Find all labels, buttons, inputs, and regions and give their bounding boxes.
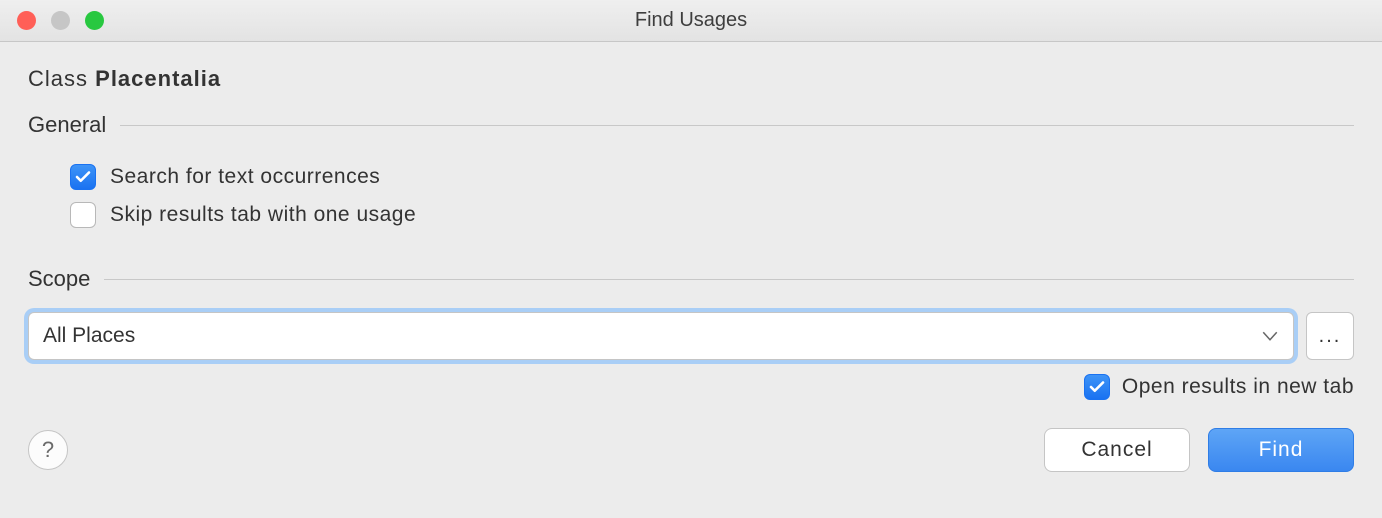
subject-line: Class Placentalia	[28, 58, 1354, 112]
cancel-button[interactable]: Cancel	[1044, 428, 1190, 472]
general-group-header: General	[28, 112, 1354, 138]
checkbox-checked-icon[interactable]	[1084, 374, 1110, 400]
divider	[120, 125, 1354, 126]
option-label: Skip results tab with one usage	[110, 203, 416, 227]
chevron-down-icon	[1261, 330, 1279, 342]
divider	[104, 279, 1354, 280]
close-window-button[interactable]	[17, 11, 36, 30]
option-label: Open results in new tab	[1122, 375, 1354, 399]
scope-group-header: Scope	[28, 266, 1354, 292]
scope-group-label: Scope	[28, 266, 104, 292]
option-skip-results-tab[interactable]: Skip results tab with one usage	[70, 196, 1354, 234]
subject-name: Placentalia	[95, 66, 221, 91]
general-group-label: General	[28, 112, 120, 138]
dialog-content: Class Placentalia General Search for tex…	[0, 42, 1382, 490]
traffic-lights	[17, 11, 104, 30]
option-search-text-occurrences[interactable]: Search for text occurrences	[70, 158, 1354, 196]
option-label: Search for text occurrences	[110, 165, 380, 189]
titlebar: Find Usages	[0, 0, 1382, 42]
checkbox-unchecked-icon[interactable]	[70, 202, 96, 228]
checkbox-checked-icon[interactable]	[70, 164, 96, 190]
window-title: Find Usages	[0, 9, 1382, 32]
scope-select[interactable]: All Places	[28, 312, 1294, 360]
subject-prefix: Class	[28, 66, 88, 91]
button-bar: ? Cancel Find	[28, 428, 1354, 472]
help-button[interactable]: ?	[28, 430, 68, 470]
minimize-window-button[interactable]	[51, 11, 70, 30]
maximize-window-button[interactable]	[85, 11, 104, 30]
find-button[interactable]: Find	[1208, 428, 1354, 472]
open-results-new-tab-option[interactable]: Open results in new tab	[28, 374, 1354, 400]
scope-selected-value: All Places	[43, 324, 135, 348]
scope-more-button[interactable]: ...	[1306, 312, 1354, 360]
